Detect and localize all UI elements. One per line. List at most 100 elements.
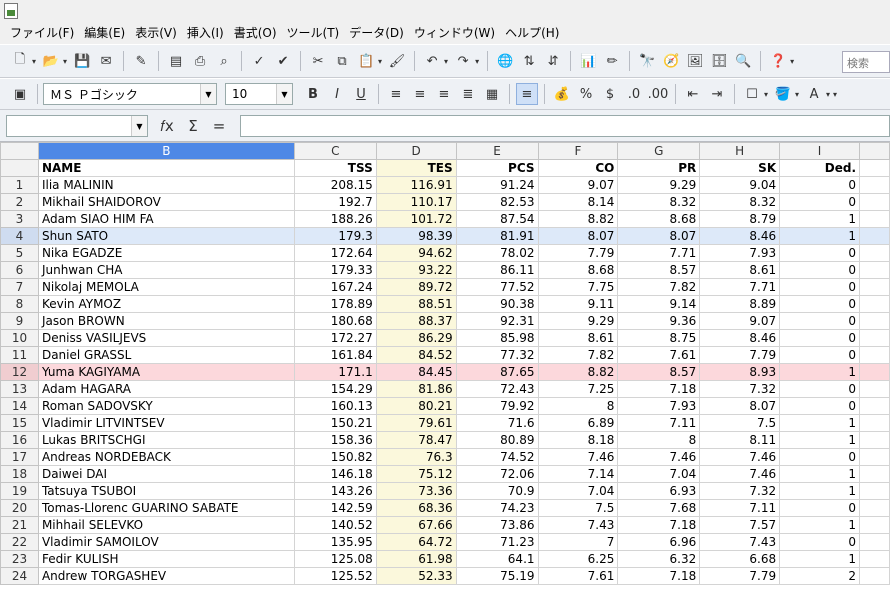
grid-cell[interactable]: 52.33 bbox=[375, 567, 457, 585]
grid-cell[interactable]: Daniel GRASSL bbox=[37, 346, 295, 364]
row-header[interactable]: 12 bbox=[0, 363, 39, 381]
chevron-down-icon[interactable]: ▾ bbox=[826, 90, 830, 99]
grid-cell[interactable]: 74.52 bbox=[455, 448, 539, 466]
chevron-down-icon[interactable]: ▼ bbox=[276, 84, 292, 104]
grid-cell[interactable]: 0 bbox=[779, 244, 860, 262]
grid-cell[interactable]: 8.68 bbox=[617, 210, 701, 228]
row-header[interactable]: 10 bbox=[0, 329, 39, 347]
export-pdf-icon[interactable]: ▤ bbox=[165, 50, 187, 72]
grid-cell[interactable]: 61.98 bbox=[375, 550, 457, 568]
grid-cell[interactable] bbox=[859, 533, 890, 551]
grid-cell[interactable]: 180.68 bbox=[293, 312, 377, 330]
grid-cell[interactable]: 7.46 bbox=[617, 448, 701, 466]
grid-cell[interactable] bbox=[859, 567, 890, 585]
chevron-down-icon[interactable]: ▾ bbox=[444, 57, 448, 66]
grid-cell[interactable]: 86.29 bbox=[375, 329, 457, 347]
grid-cell[interactable]: 74.23 bbox=[455, 499, 539, 517]
grid-cell[interactable]: 67.66 bbox=[375, 516, 457, 534]
merge-cells-icon[interactable]: ▦ bbox=[481, 83, 503, 105]
grid-cell[interactable] bbox=[859, 329, 890, 347]
grid-cell[interactable]: 110.17 bbox=[375, 193, 457, 211]
grid-cell[interactable]: Jason BROWN bbox=[37, 312, 295, 330]
grid-cell[interactable]: 0 bbox=[779, 397, 860, 415]
percent-icon[interactable]: % bbox=[575, 83, 597, 105]
grid-cell[interactable]: 7.75 bbox=[537, 278, 619, 296]
grid-cell[interactable] bbox=[859, 414, 890, 432]
grid-cell[interactable]: 0 bbox=[779, 329, 860, 347]
grid-cell[interactable]: 85.98 bbox=[455, 329, 539, 347]
grid-cell[interactable]: 81.91 bbox=[455, 227, 539, 245]
sum-icon[interactable]: Σ bbox=[182, 115, 204, 137]
grid-cell[interactable] bbox=[859, 482, 890, 500]
grid-cell[interactable]: 2 bbox=[779, 567, 860, 585]
navigator-icon[interactable]: 🧭 bbox=[660, 50, 682, 72]
grid-cell[interactable]: 8.07 bbox=[699, 397, 781, 415]
row-header[interactable] bbox=[0, 159, 39, 177]
grid-cell[interactable]: 75.19 bbox=[455, 567, 539, 585]
grid-cell[interactable]: 6.93 bbox=[617, 482, 701, 500]
gallery-icon[interactable]: 🖼 bbox=[684, 50, 706, 72]
grid-cell[interactable]: Ilia MALININ bbox=[37, 176, 295, 194]
grid-cell[interactable]: 1 bbox=[779, 414, 860, 432]
grid-cell[interactable]: 179.3 bbox=[293, 227, 377, 245]
toolbar-overflow-icon[interactable]: ▾ bbox=[833, 90, 837, 99]
grid-cell[interactable]: 192.7 bbox=[293, 193, 377, 211]
paste-icon[interactable]: 📋 bbox=[355, 50, 377, 72]
grid-cell[interactable] bbox=[859, 227, 890, 245]
grid-cell[interactable]: 7.14 bbox=[537, 465, 619, 483]
grid-cell[interactable]: 8.93 bbox=[699, 363, 781, 381]
grid-cell[interactable]: Tomas-Llorenc GUARINO SABATE bbox=[37, 499, 295, 517]
grid-cell[interactable]: 179.33 bbox=[293, 261, 377, 279]
grid-cell[interactable]: 171.1 bbox=[293, 363, 377, 381]
column-title-cell[interactable]: PCS bbox=[455, 159, 539, 177]
edit-file-icon[interactable]: ✎ bbox=[130, 50, 152, 72]
grid-cell[interactable]: 64.72 bbox=[375, 533, 457, 551]
grid-cell[interactable]: Andrew TORGASHEV bbox=[37, 567, 295, 585]
redo-icon[interactable]: ↷ bbox=[452, 50, 474, 72]
grid-cell[interactable] bbox=[859, 431, 890, 449]
grid-cell[interactable]: 8.18 bbox=[537, 431, 619, 449]
grid-cell[interactable] bbox=[859, 193, 890, 211]
background-color-icon[interactable]: 🪣 bbox=[772, 83, 794, 105]
row-header[interactable]: 23 bbox=[0, 550, 39, 568]
zoom-icon[interactable]: 🔍 bbox=[732, 50, 754, 72]
grid-cell[interactable]: 78.47 bbox=[375, 431, 457, 449]
font-name-select[interactable]: ＭＳ Ｐゴシック ▼ bbox=[43, 83, 217, 105]
grid-cell[interactable]: Vladimir SAMOILOV bbox=[37, 533, 295, 551]
row-header[interactable]: 14 bbox=[0, 397, 39, 415]
grid-cell[interactable]: 0 bbox=[779, 176, 860, 194]
grid-cell[interactable]: 88.51 bbox=[375, 295, 457, 313]
grid-cell[interactable]: 7.18 bbox=[617, 516, 701, 534]
grid-cell[interactable]: 7 bbox=[537, 533, 619, 551]
increase-indent-icon[interactable]: ⇥ bbox=[706, 83, 728, 105]
chevron-down-icon[interactable]: ▼ bbox=[131, 116, 147, 136]
grid-cell[interactable]: 7.57 bbox=[699, 516, 781, 534]
chevron-down-icon[interactable]: ▾ bbox=[378, 57, 382, 66]
grid-cell[interactable] bbox=[859, 244, 890, 262]
column-header-c[interactable]: C bbox=[293, 142, 377, 160]
grid-cell[interactable]: 7.79 bbox=[537, 244, 619, 262]
grid-cell[interactable] bbox=[859, 465, 890, 483]
grid-cell[interactable]: 1 bbox=[779, 363, 860, 381]
grid-cell[interactable]: 8.14 bbox=[537, 193, 619, 211]
grid-cell[interactable]: 80.89 bbox=[455, 431, 539, 449]
column-title-cell[interactable]: SK bbox=[699, 159, 781, 177]
grid-cell[interactable]: 79.61 bbox=[375, 414, 457, 432]
styles-formatting-icon[interactable]: ▣ bbox=[9, 83, 31, 105]
grid-cell[interactable]: 8 bbox=[617, 431, 701, 449]
grid-cell[interactable]: 0 bbox=[779, 193, 860, 211]
grid-cell[interactable]: 7.82 bbox=[617, 278, 701, 296]
grid-cell[interactable]: 8.82 bbox=[537, 210, 619, 228]
justify-icon[interactable]: ≣ bbox=[457, 83, 479, 105]
currency-icon[interactable]: 💰 bbox=[551, 83, 573, 105]
grid-cell[interactable]: 8.32 bbox=[699, 193, 781, 211]
grid-cell[interactable]: 92.31 bbox=[455, 312, 539, 330]
toolbar-overflow-icon[interactable]: ▾ bbox=[790, 57, 794, 66]
grid-cell[interactable] bbox=[859, 448, 890, 466]
grid-cell[interactable]: 158.36 bbox=[293, 431, 377, 449]
grid-cell[interactable] bbox=[859, 380, 890, 398]
grid-cell[interactable]: Lukas BRITSCHGI bbox=[37, 431, 295, 449]
grid-cell[interactable]: 76.3 bbox=[375, 448, 457, 466]
grid-cell[interactable]: 160.13 bbox=[293, 397, 377, 415]
grid-cell[interactable]: 71.6 bbox=[455, 414, 539, 432]
